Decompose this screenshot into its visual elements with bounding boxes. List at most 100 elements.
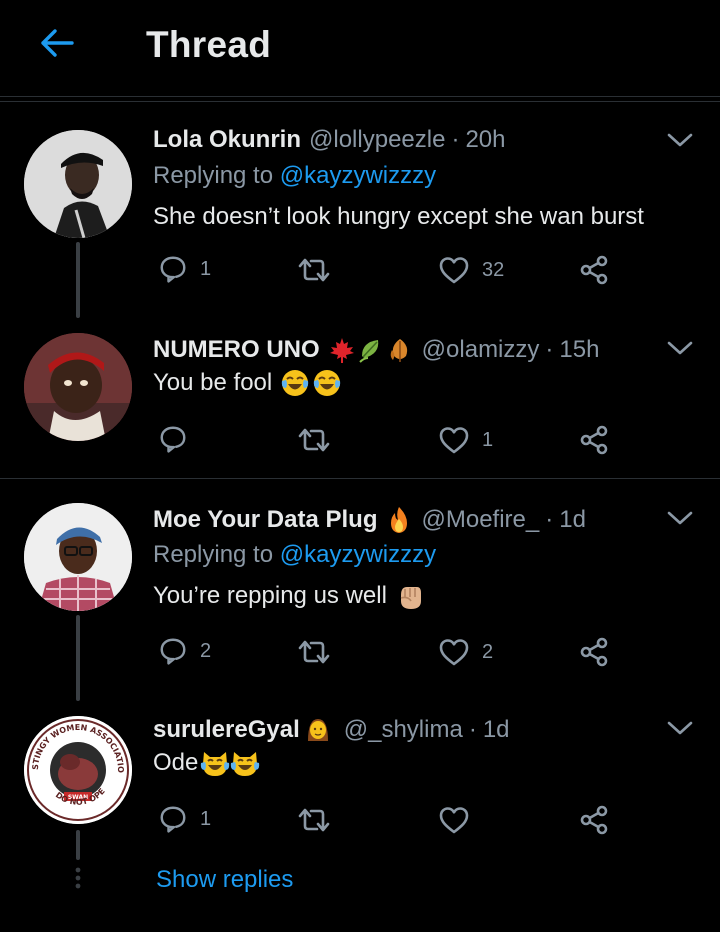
more-dots-icon — [75, 867, 81, 889]
reply-button[interactable]: 1 — [158, 254, 211, 284]
tweet-header: Moe Your Data Plug @Moefire_ · 1d — [153, 505, 586, 535]
chevron-down-icon[interactable] — [666, 718, 694, 738]
retweet-button[interactable] — [296, 638, 332, 666]
tweet-body: She doesn’t look hungry except she wan b… — [153, 203, 644, 230]
like-count: 1 — [482, 428, 494, 451]
reply-count: 1 — [200, 807, 212, 830]
tweet-body: You’re repping us well — [153, 582, 387, 609]
reply-count: 2 — [200, 639, 212, 662]
timestamp[interactable]: 1d — [483, 716, 510, 744]
raised-fist-icon — [400, 587, 421, 609]
chevron-down-icon[interactable] — [666, 130, 694, 150]
heart-icon — [438, 255, 470, 285]
face-with-tears-of-joy-icon — [280, 368, 310, 398]
like-count: 32 — [482, 258, 505, 281]
share-icon — [578, 424, 610, 456]
chevron-down-icon[interactable] — [666, 508, 694, 528]
display-name[interactable]: Lola Okunrin — [153, 126, 301, 154]
leaf-fluttering-icon — [358, 340, 378, 363]
like-count: 2 — [482, 640, 494, 663]
separator-dot: · — [545, 336, 554, 363]
fallen-leaf-icon — [390, 339, 407, 362]
reply-icon — [158, 636, 188, 666]
avatar-swan-badge: STINGY WOMEN ASSOCIATION OF NIGERIA SWAN… — [24, 716, 132, 824]
fire-icon — [391, 507, 408, 533]
replying-prefix: Replying to — [153, 162, 274, 189]
replying-to: Replying to @kayzywizzzy — [153, 541, 436, 569]
separator-dot: · — [468, 716, 477, 743]
header-divider — [0, 96, 720, 97]
face-with-tears-of-joy-icon — [312, 368, 342, 398]
share-icon — [578, 254, 610, 286]
retweet-button[interactable] — [296, 806, 332, 834]
avatar-surulere-gyal[interactable]: STINGY WOMEN ASSOCIATION OF NIGERIA SWAN… — [24, 716, 132, 824]
tweet-body: Ode — [153, 749, 199, 776]
like-button[interactable]: 1 — [438, 425, 493, 455]
mention-link[interactable]: @kayzywizzzy — [280, 541, 436, 568]
timestamp[interactable]: 15h — [559, 336, 599, 364]
share-button[interactable] — [578, 254, 610, 286]
grinning-cat-with-tears-of-joy-icon — [230, 748, 260, 778]
chevron-down-icon[interactable] — [666, 338, 694, 358]
share-button[interactable] — [578, 424, 610, 456]
avatar-lola-okunrin[interactable] — [24, 130, 132, 238]
tweet-header: NUMERO UNO @olamizzy · 15h — [153, 336, 599, 364]
tweet-header: Lola Okunrin @lollypeezle · 20h — [153, 126, 506, 154]
separator-dot: · — [545, 506, 554, 533]
reply-icon — [158, 254, 188, 284]
share-button[interactable] — [578, 804, 610, 836]
share-button[interactable] — [578, 636, 610, 668]
arrow-left-icon — [41, 29, 74, 57]
timestamp[interactable]: 20h — [465, 126, 505, 154]
heart-icon — [438, 805, 470, 835]
top-bar: Thread — [0, 0, 720, 96]
avatar-photo — [24, 333, 132, 441]
thread-connector — [76, 615, 80, 701]
retweet-button[interactable] — [296, 256, 332, 284]
thread-connector — [76, 242, 80, 318]
woman-icon — [307, 719, 328, 741]
username[interactable]: @Moefire_ — [421, 506, 539, 534]
display-name[interactable]: NUMERO UNO — [153, 336, 320, 364]
like-button[interactable]: 32 — [438, 255, 504, 285]
conversation-divider — [0, 478, 720, 479]
reply-button[interactable] — [158, 424, 188, 454]
timestamp[interactable]: 1d — [559, 506, 586, 534]
back-button[interactable] — [36, 22, 78, 64]
reply-count: 1 — [200, 257, 212, 280]
replying-prefix: Replying to — [153, 541, 274, 568]
username[interactable]: @lollypeezle — [309, 126, 445, 154]
mention-link[interactable]: @kayzywizzzy — [280, 162, 436, 189]
reply-icon — [158, 424, 188, 454]
grinning-cat-with-tears-of-joy-icon — [200, 748, 230, 778]
tweet-body: You be fool — [153, 369, 273, 396]
avatar-numero-uno[interactable] — [24, 333, 132, 441]
retweet-icon — [296, 426, 332, 454]
username[interactable]: @olamizzy — [422, 336, 540, 364]
reply-button[interactable]: 2 — [158, 636, 211, 666]
tweet-text: She doesn’t look hungry except she wan b… — [153, 203, 644, 231]
share-icon — [578, 804, 610, 836]
display-name[interactable]: surulereGyal — [153, 716, 300, 744]
like-button[interactable] — [438, 805, 470, 835]
retweet-icon — [296, 256, 332, 284]
tweet-text: Ode — [153, 748, 260, 778]
avatar-photo — [24, 503, 132, 611]
separator-dot: · — [451, 126, 460, 153]
display-name[interactable]: Moe Your Data Plug — [153, 506, 377, 534]
reply-button[interactable]: 1 — [158, 804, 211, 834]
retweet-icon — [296, 806, 332, 834]
show-replies-link[interactable]: Show replies — [156, 866, 293, 894]
tweet-header: surulereGyal @_shylima · 1d — [153, 715, 510, 745]
header-divider — [0, 101, 720, 102]
tweet-text: You’re repping us well — [153, 581, 425, 611]
maple-leaf-icon — [329, 338, 354, 363]
retweet-button[interactable] — [296, 426, 332, 454]
heart-icon — [438, 425, 470, 455]
thread-connector — [76, 830, 80, 860]
like-button[interactable]: 2 — [438, 637, 493, 667]
avatar-moe-your-data-plug[interactable] — [24, 503, 132, 611]
tweet-text: You be fool — [153, 368, 342, 398]
username[interactable]: @_shylima — [344, 716, 463, 744]
share-icon — [578, 636, 610, 668]
